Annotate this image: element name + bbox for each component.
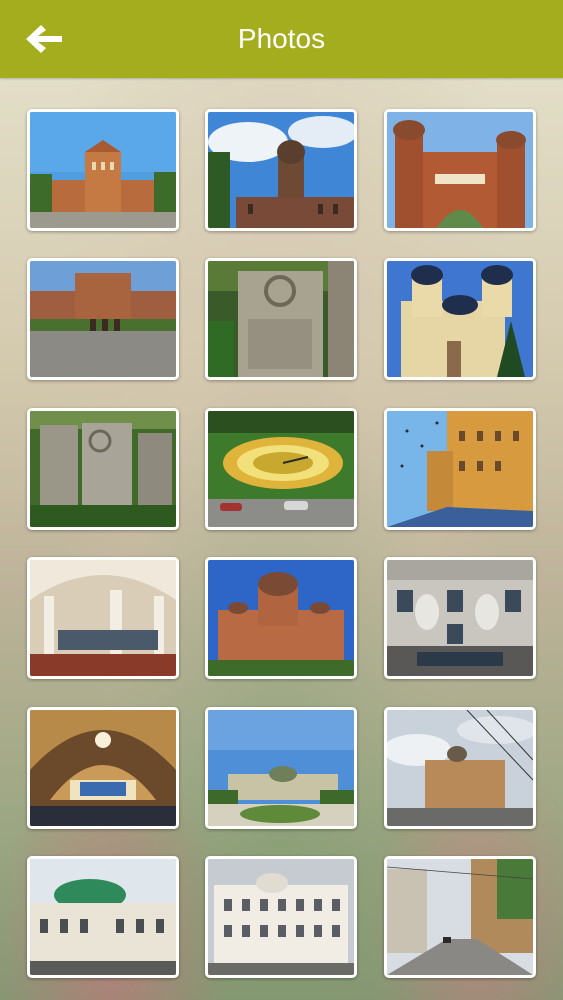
photo-thumbnail[interactable] [205, 258, 357, 380]
page-title: Photos [237, 23, 326, 54]
photo-thumbnail[interactable] [384, 408, 536, 530]
photo-thumbnail[interactable] [27, 856, 179, 978]
photo-thumbnail[interactable] [384, 109, 536, 231]
photo-thumbnail[interactable] [205, 109, 357, 231]
photo-thumbnail[interactable] [205, 856, 357, 978]
photo-thumbnail[interactable] [205, 408, 357, 530]
photo-thumbnail[interactable] [384, 258, 536, 380]
photo-thumbnail[interactable] [27, 707, 179, 829]
photo-thumbnail[interactable] [205, 707, 357, 829]
app-header: Photos [0, 0, 563, 78]
photo-thumbnail[interactable] [205, 557, 357, 679]
photo-thumbnail[interactable] [384, 707, 536, 829]
photo-thumbnail[interactable] [27, 258, 179, 380]
photo-thumbnail[interactable] [27, 408, 179, 530]
photo-thumbnail[interactable] [27, 557, 179, 679]
photo-thumbnail[interactable] [384, 856, 536, 978]
photo-thumbnail[interactable] [384, 557, 536, 679]
photo-thumbnail[interactable] [27, 109, 179, 231]
